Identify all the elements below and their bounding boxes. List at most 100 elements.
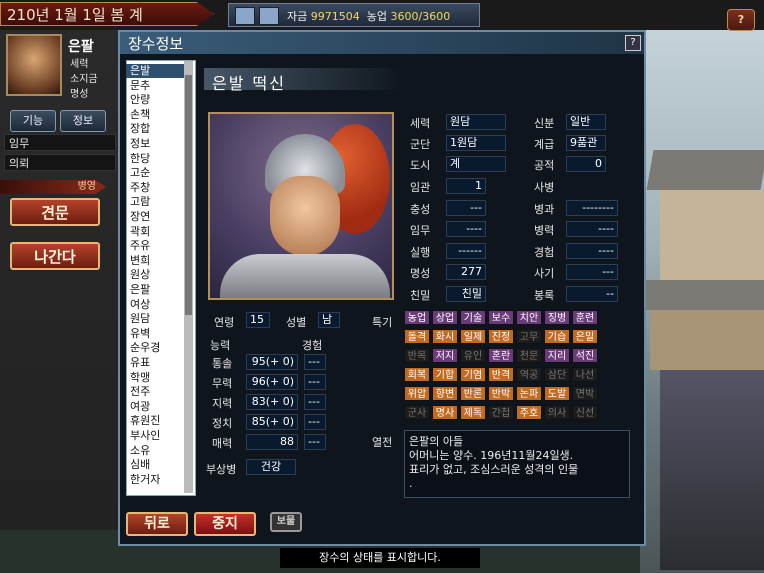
specialty-item: 군사 [404, 405, 430, 420]
experience-label: 경험 [534, 245, 555, 259]
troops-value: ---- [566, 221, 618, 237]
specialty-item: 반론 [460, 386, 486, 401]
office-value: 1 [446, 178, 486, 194]
officer-list-item[interactable]: 휴원진 [130, 414, 160, 428]
ability-value: 83(+ 0) [246, 394, 298, 410]
officer-list-item[interactable]: 변희 [130, 254, 150, 268]
specialty-item: 기염 [460, 367, 486, 382]
gold-label: 자금 [287, 10, 308, 23]
duty-label: 임무 [410, 224, 431, 237]
officer-list-item[interactable]: 정보 [130, 137, 150, 151]
ability-value: 88 [246, 434, 298, 450]
ability-exp: --- [304, 374, 326, 390]
officer-list-items: 은발 문추 안량 손책 장합 정보 한당 고순 주창 고람 장연 곽회 주유 변희 원상 은팔 여상 원담 유벽 순우… [126, 60, 186, 494]
ability-value: 96(+ 0) [246, 374, 298, 390]
resource-bar: 자금 9971504 농업 3600/3600 [228, 3, 480, 27]
officer-list-item[interactable]: 장합 [130, 122, 150, 136]
specialty-item: 기습 [544, 329, 570, 344]
officer-list-item[interactable]: 전주 [130, 385, 150, 399]
treasure-button[interactable]: 보물 [270, 512, 302, 532]
morale-label: 사기 [534, 267, 555, 280]
specialty-item: 진정 [488, 329, 514, 344]
merit-value: 0 [566, 156, 606, 172]
officer-list-item[interactable]: 순우경 [130, 341, 160, 355]
branch-value: -------- [566, 199, 618, 216]
officer-list-item[interactable]: 부사인 [130, 429, 160, 443]
officer-list-item[interactable]: 주창 [130, 181, 150, 195]
tab-skills[interactable]: 기능 [10, 110, 56, 132]
specialty-item: 의사 [544, 405, 570, 420]
officer-list-item[interactable]: 장연 [130, 210, 150, 224]
ability-name: 무력 [212, 377, 233, 390]
officer-list-item[interactable]: 한당 [130, 152, 150, 166]
specialty-item: 삼단 [544, 367, 570, 382]
stop-button[interactable]: 중지 [194, 512, 256, 536]
ability-value: 85(+ 0) [246, 414, 298, 430]
officer-list-item[interactable]: 문추 [130, 79, 150, 93]
leave-button[interactable]: 나간다 [10, 242, 100, 270]
specialty-item: 혼란 [488, 348, 514, 363]
specialty-label: 특기 [372, 316, 393, 329]
officer-list-item[interactable]: 여광 [130, 400, 150, 414]
tab-info[interactable]: 정보 [60, 110, 106, 132]
officer-list-item[interactable]: 여상 [130, 298, 150, 312]
injury-label: 부상병 [206, 463, 237, 476]
specialty-item: 반박 [488, 386, 514, 401]
request-row: 의뢰 [4, 154, 116, 171]
farm-label: 농업 [366, 10, 387, 23]
corps-value: 1원담 [446, 135, 506, 151]
officer-list-item[interactable]: 고람 [130, 195, 150, 209]
scrollbar-thumb[interactable] [185, 75, 192, 315]
duty-row: 임무 [4, 134, 116, 151]
officer-list-item[interactable]: 소유 [130, 444, 150, 458]
age-value: 15 [246, 312, 270, 328]
specialty-item: 일제 [460, 329, 486, 344]
officer-list-item[interactable]: 한거자 [130, 473, 160, 487]
morale-value: --- [566, 264, 618, 280]
specialty-item: 치안 [516, 310, 542, 325]
officer-list-item[interactable]: 원담 [130, 312, 150, 326]
dialog-title: 장수정보 [128, 35, 184, 53]
map-icon[interactable] [235, 7, 255, 25]
intimacy-label: 친밀 [410, 288, 431, 302]
farm-value: 3600/3600 [390, 10, 451, 23]
specialty-item: 간첩 [488, 405, 514, 420]
officer-list-item[interactable]: 원상 [130, 268, 150, 282]
ability-name: 통솔 [212, 357, 233, 370]
specialty-item: 면박 [572, 386, 598, 401]
ability-name: 지력 [212, 397, 233, 410]
specialty-item: 역공 [516, 367, 542, 382]
officer-list-item[interactable]: 곽회 [130, 225, 150, 239]
dialog-title-bar [120, 32, 644, 54]
officer-list-item[interactable]: 유표 [130, 356, 150, 370]
dialog-help-button[interactable]: ? [625, 35, 641, 51]
specialty-item: 유인 [460, 348, 486, 363]
officer-list-item[interactable]: 안량 [130, 93, 150, 107]
officer-list-item[interactable]: 손책 [130, 108, 150, 122]
gold-value: 9971504 [310, 10, 360, 23]
officer-list-item[interactable]: 심배 [130, 458, 150, 472]
letter-icon[interactable] [259, 7, 279, 25]
specialty-item: 화시 [432, 329, 458, 344]
city-value: 계 [446, 156, 506, 172]
salary-value: -- [566, 285, 618, 302]
specialty-item: 기합 [432, 367, 458, 382]
status-bar: 장수의 상태를 표시합니다. [280, 548, 480, 568]
officer-list-item[interactable]: 은팔 [130, 283, 150, 297]
officer-list-item[interactable]: 은발 [126, 64, 186, 78]
exp-header: 경험 [302, 339, 323, 352]
officer-list-item[interactable]: 주유 [130, 239, 150, 253]
observe-button[interactable]: 견문 [10, 198, 100, 226]
help-button[interactable]: ? [727, 9, 755, 31]
player-money-label: 소지금 [70, 74, 98, 85]
officer-list-item[interactable]: 고순 [130, 166, 150, 180]
officer-list-item[interactable]: 학맹 [130, 371, 150, 385]
specialty-item: 회복 [404, 367, 430, 382]
officer-list-item[interactable]: 유벽 [130, 327, 150, 341]
back-button[interactable]: 뒤로 [126, 512, 188, 536]
office-label: 임관 [410, 181, 431, 194]
specialty-item: 주호 [516, 405, 542, 420]
ability-value: 95(+ 0) [246, 354, 298, 370]
faction-label: 세력 [410, 117, 431, 130]
player-name: 은팔 [68, 39, 94, 55]
